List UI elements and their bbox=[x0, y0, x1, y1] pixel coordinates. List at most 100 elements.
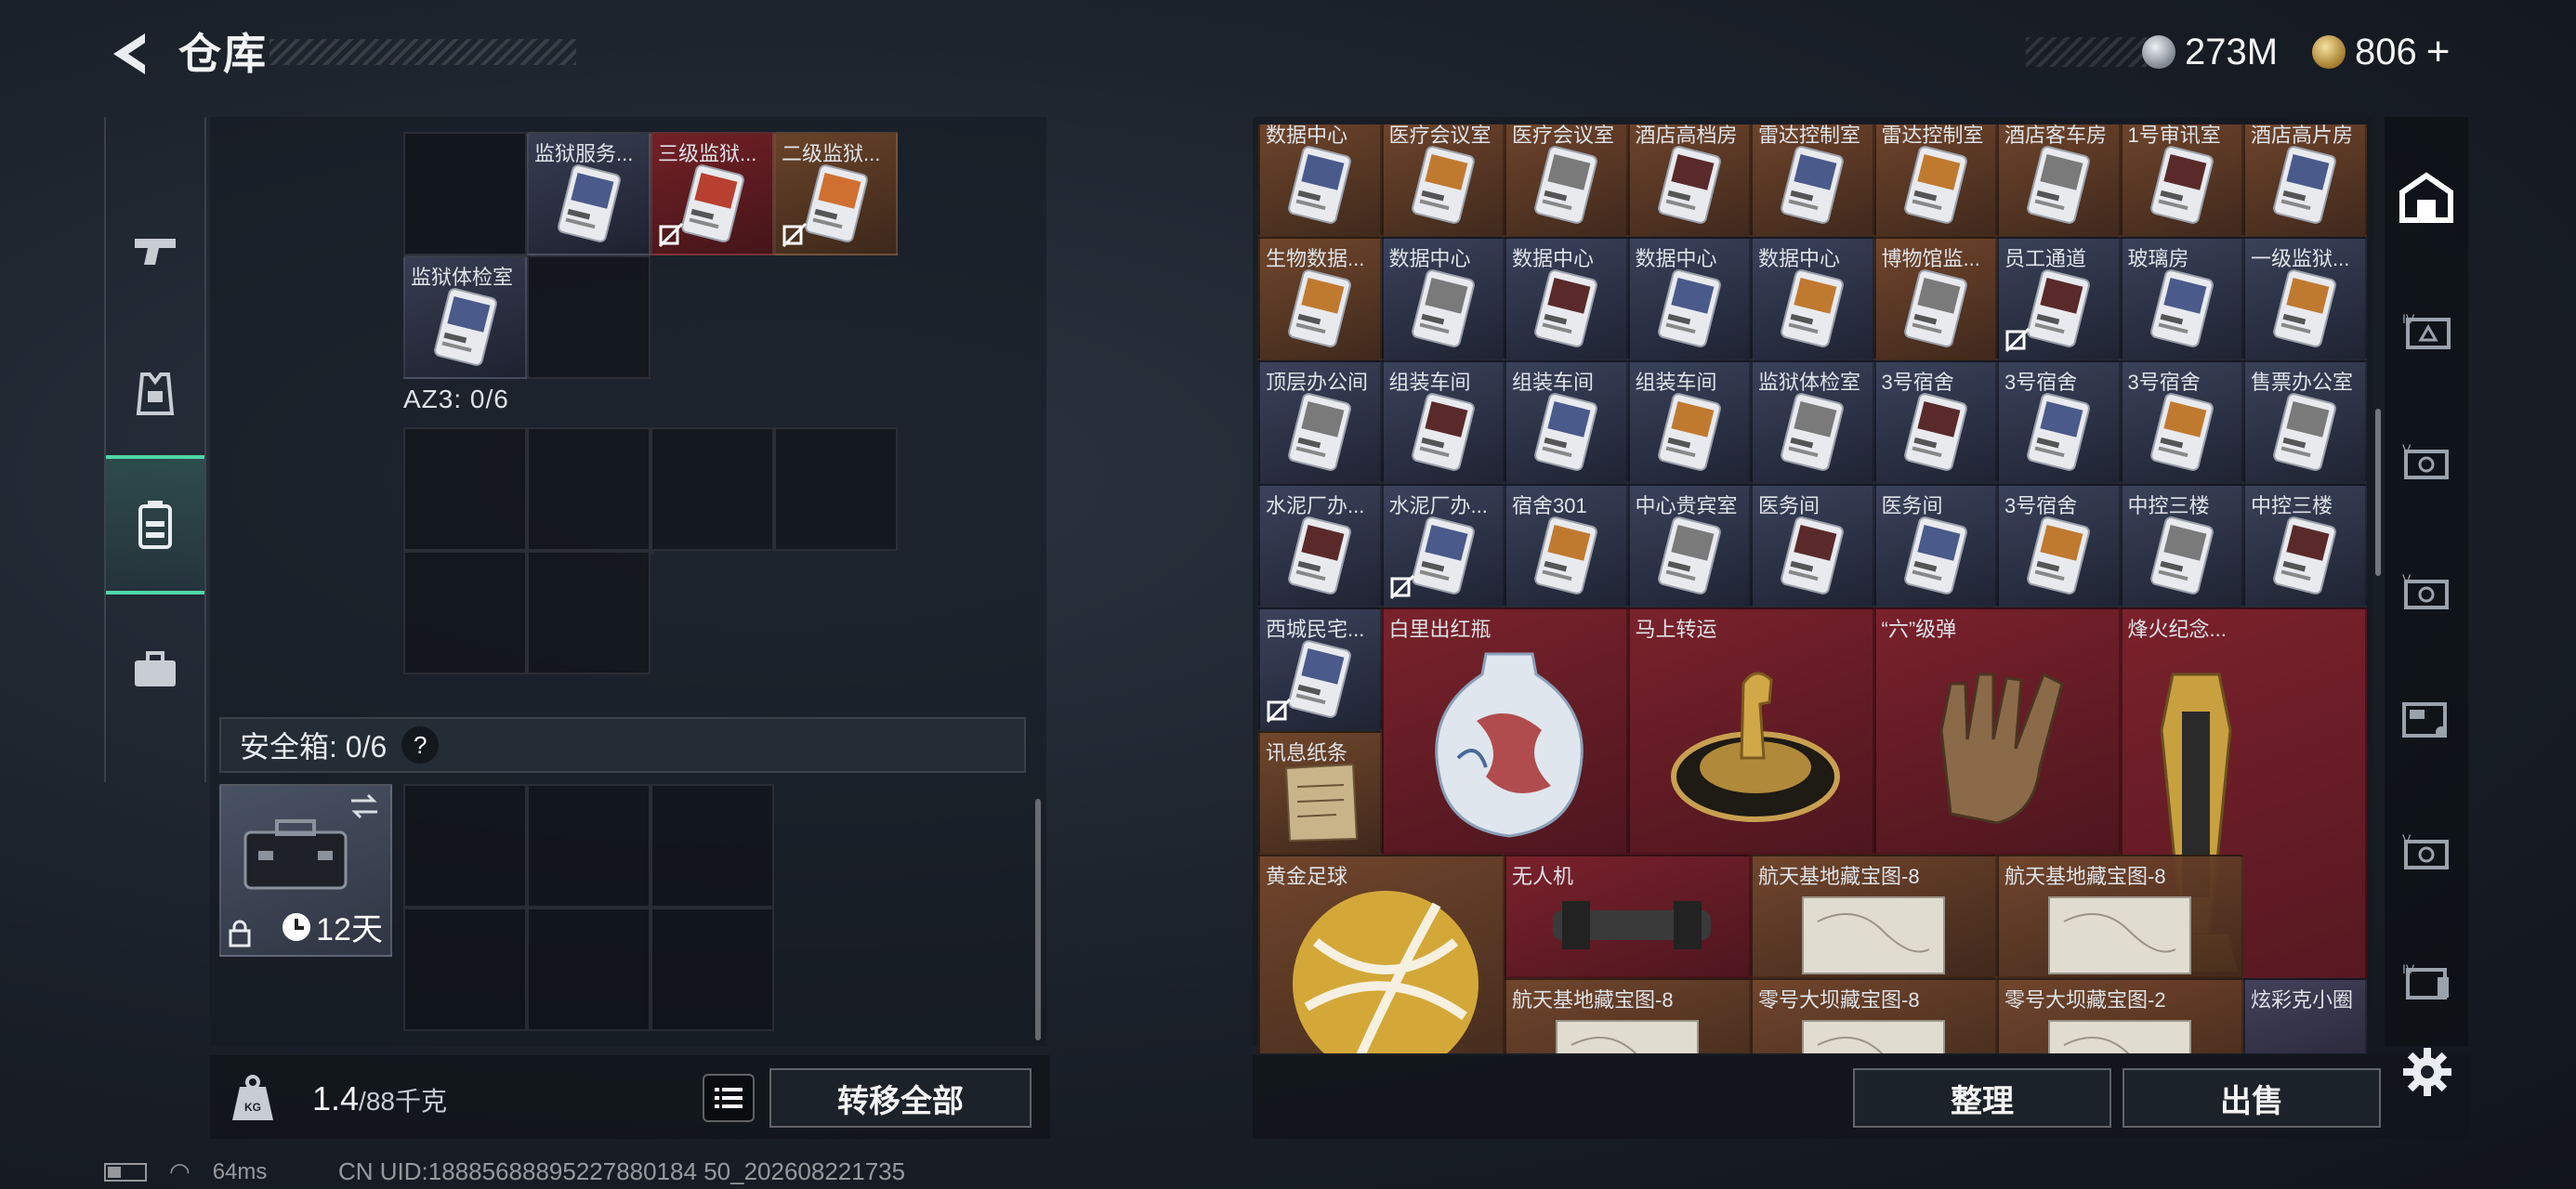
inventory-item[interactable]: 二级监狱... bbox=[774, 132, 898, 255]
az3-slot[interactable] bbox=[527, 551, 651, 674]
stash-item[interactable]: 3号宿舍 bbox=[2120, 360, 2243, 484]
stash-item[interactable]: 医务间 bbox=[1751, 484, 1874, 608]
stash-item[interactable]: 数据中心 bbox=[1258, 124, 1382, 237]
stash-item[interactable]: 组装车间 bbox=[1627, 360, 1751, 484]
stash-item[interactable]: 数据中心 bbox=[1627, 237, 1751, 360]
az3-slot[interactable] bbox=[403, 551, 527, 674]
inventory-item[interactable]: 监狱服务... bbox=[527, 132, 651, 255]
stash-item[interactable]: 中控三楼 bbox=[2120, 484, 2243, 608]
stash-item[interactable]: 宿舍301 bbox=[1505, 484, 1628, 608]
safebox-slot[interactable] bbox=[651, 784, 774, 908]
stash-item[interactable]: 中心贵宾室 bbox=[1627, 484, 1751, 608]
stash-item[interactable]: 马上转运 bbox=[1627, 608, 1874, 855]
az3-slot[interactable] bbox=[651, 427, 774, 551]
stash-item[interactable]: 零号大坝藏宝图-8 bbox=[1751, 978, 1997, 1053]
left-scrollbar[interactable] bbox=[1035, 799, 1041, 1040]
stash-item[interactable]: 中控三楼 bbox=[2243, 484, 2367, 608]
stash-tab-8[interactable]: V bbox=[2390, 814, 2463, 886]
stash-item[interactable]: 数据中心 bbox=[1751, 237, 1874, 360]
stash-item[interactable]: 数据中心 bbox=[1381, 237, 1505, 360]
stash-item[interactable]: 酒店高片房 bbox=[2243, 124, 2367, 237]
stash-item[interactable]: 售票办公室 bbox=[2243, 360, 2367, 484]
stash-item[interactable]: 酒店客车房 bbox=[1997, 124, 2121, 237]
stash-item[interactable]: 雷达控制室 bbox=[1751, 124, 1874, 237]
az3-slot[interactable] bbox=[527, 427, 651, 551]
safebox-slot[interactable] bbox=[403, 908, 527, 1031]
stash-scrollbar[interactable] bbox=[2375, 409, 2381, 576]
stash-item[interactable]: 1号审讯室 bbox=[2120, 124, 2243, 237]
sell-button[interactable]: 出售 bbox=[2123, 1068, 2381, 1128]
item-label: “六”级弹 bbox=[1881, 618, 1957, 641]
safebox-slot[interactable] bbox=[403, 784, 527, 908]
safebox-slot[interactable] bbox=[651, 908, 774, 1031]
stash-item[interactable]: 医疗会议室 bbox=[1381, 124, 1505, 237]
item-label: 3号宿舍 bbox=[2127, 371, 2201, 394]
safebox-case[interactable]: 12天 bbox=[219, 784, 392, 957]
stash-item[interactable]: 博物馆监... bbox=[1873, 237, 1997, 360]
stash-item[interactable]: 顶层办公间 bbox=[1258, 360, 1382, 484]
sort-button[interactable]: 整理 bbox=[1853, 1068, 2111, 1128]
stash-item[interactable]: 黄金足球 bbox=[1258, 855, 1505, 1053]
weight-value: 1.4 bbox=[312, 1079, 360, 1117]
stash-item[interactable]: 组装车间 bbox=[1381, 360, 1505, 484]
settings-gear-icon[interactable] bbox=[2401, 1046, 2453, 1098]
item-label: 3号宿舍 bbox=[1881, 371, 1954, 394]
stash-item[interactable]: 航天基地藏宝图-8 bbox=[1997, 855, 2243, 978]
stash-item[interactable]: 3号宿舍 bbox=[1997, 484, 2121, 608]
transfer-all-button[interactable]: 转移全部 bbox=[769, 1068, 1032, 1128]
stash-item[interactable]: 组装车间 bbox=[1505, 360, 1628, 484]
stash-item[interactable]: 3号宿舍 bbox=[1997, 360, 2121, 484]
swap-icon[interactable] bbox=[348, 793, 381, 819]
keycard-icon bbox=[2273, 268, 2337, 347]
inventory-item[interactable]: 三级监狱... bbox=[651, 132, 774, 255]
golden-football-icon bbox=[1293, 891, 1479, 1053]
stash-item[interactable]: 监狱体检室 bbox=[1751, 360, 1874, 484]
stash-item[interactable]: 航天基地藏宝图-8 bbox=[1505, 978, 1751, 1053]
empty-slot[interactable] bbox=[527, 255, 651, 379]
stash-item[interactable]: 数据中心 bbox=[1505, 237, 1628, 360]
stash-item[interactable]: 员工通道 bbox=[1997, 237, 2121, 360]
stash-item[interactable]: 医务间 bbox=[1873, 484, 1997, 608]
stash-item[interactable]: 水泥厂办... bbox=[1258, 484, 1382, 608]
stash-item[interactable]: 玻璃房 bbox=[2120, 237, 2243, 360]
stash-item[interactable]: 西城民宅... bbox=[1258, 608, 1382, 731]
stash-tab-6[interactable]: V bbox=[2390, 554, 2463, 626]
list-view-button[interactable] bbox=[703, 1074, 755, 1122]
safebox-slot[interactable] bbox=[527, 908, 651, 1031]
stash-item[interactable]: “六”级弹 bbox=[1873, 608, 2121, 855]
stash-item[interactable]: 3号宿舍 bbox=[1873, 360, 1997, 484]
stash-tab-5[interactable]: V bbox=[2390, 424, 2463, 496]
category-armor[interactable] bbox=[106, 325, 204, 464]
stash-item[interactable]: 讯息纸条 bbox=[1258, 731, 1382, 855]
stash-item[interactable]: 雷达控制室 bbox=[1873, 124, 1997, 237]
az3-spacer[interactable] bbox=[651, 551, 654, 555]
stash-item[interactable]: 零号大坝藏宝图-2 bbox=[1997, 978, 2243, 1053]
gold-currency[interactable]: 806 + bbox=[2312, 28, 2450, 76]
stash-item[interactable]: 酒店高档房 bbox=[1627, 124, 1751, 237]
stash-item[interactable]: 白里出红瓶 bbox=[1381, 608, 1628, 855]
category-weapons[interactable] bbox=[106, 182, 204, 321]
help-icon[interactable]: ? bbox=[401, 726, 440, 764]
az3-slot[interactable] bbox=[403, 427, 527, 551]
az3-slot[interactable] bbox=[774, 427, 898, 551]
gold-add-button[interactable]: + bbox=[2426, 29, 2451, 75]
stash-item[interactable]: 航天基地藏宝图-8 bbox=[1751, 855, 1997, 978]
stash-tab-7[interactable] bbox=[2390, 684, 2463, 756]
stash-item[interactable]: 医疗会议室 bbox=[1505, 124, 1628, 237]
empty-slot[interactable] bbox=[403, 132, 527, 255]
stash-item[interactable]: 水泥厂办... bbox=[1381, 484, 1505, 608]
stash-all-tab[interactable] bbox=[2390, 162, 2463, 234]
category-backpack[interactable] bbox=[106, 455, 204, 594]
stash-tab-4[interactable]: IV bbox=[2390, 294, 2463, 366]
inventory-item[interactable]: 监狱体检室 bbox=[403, 255, 527, 379]
stash-item[interactable]: 炫彩克小圈 bbox=[2243, 978, 2367, 1053]
stash-item[interactable]: 一级监狱... bbox=[2243, 237, 2367, 360]
stash-box-icon bbox=[2402, 702, 2447, 738]
item-label: 白里出红瓶 bbox=[1388, 618, 1492, 641]
stash-item[interactable]: 生物数据... bbox=[1258, 237, 1382, 360]
safebox-slot[interactable] bbox=[527, 784, 651, 908]
category-case[interactable] bbox=[106, 600, 204, 739]
stash-item[interactable]: 无人机 bbox=[1505, 855, 1751, 978]
stash-tab-9[interactable]: IV bbox=[2390, 944, 2463, 1016]
back-arrow-icon[interactable] bbox=[104, 28, 156, 80]
